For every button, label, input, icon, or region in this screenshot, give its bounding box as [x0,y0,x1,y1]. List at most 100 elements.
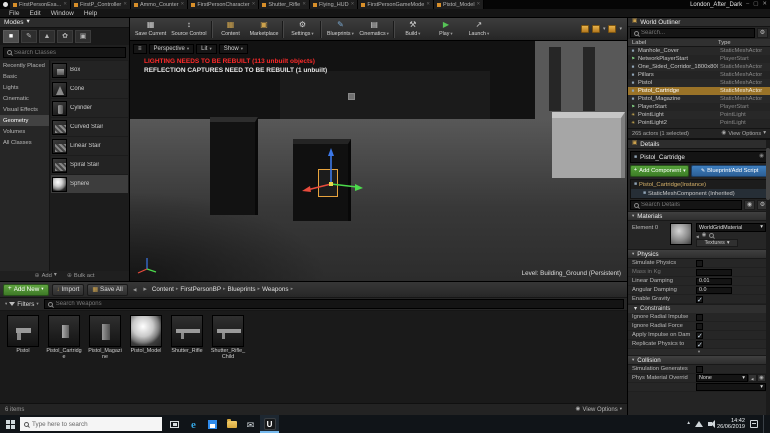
outliner-row[interactable]: PillarsStaticMeshActor [628,71,770,79]
outliner-row[interactable]: NetworkPlayerStartPlayerStart [628,55,770,63]
asset-tile-shutter-rifle[interactable]: Shutter_Rifle [169,315,205,354]
menu-edit[interactable]: Edit [24,10,45,17]
toolbar-extra-icon[interactable] [581,25,589,33]
scrollbar-thumb[interactable] [766,148,770,200]
category-all-classes[interactable]: All Classes [0,137,49,148]
place-item-box[interactable]: Box [51,61,128,79]
close-icon[interactable] [762,2,767,8]
actor-billboard-icon[interactable] [348,93,355,100]
simulate-physics-checkbox[interactable] [696,260,703,267]
instance-row[interactable]: Pistol_Cartridge(Instance) [631,180,767,189]
tab-firstpersonexamplemap[interactable]: FirstPersonExa... [10,0,71,9]
blueprints-button[interactable]: Blueprints [324,19,356,40]
outliner-row[interactable]: One_Sided_Corridor_1800x800x30StaticMesh… [628,63,770,71]
close-icon[interactable] [477,2,481,7]
toolbar-extra-icon[interactable] [592,25,600,33]
chevron-down-icon[interactable] [619,27,622,32]
transform-gizmo[interactable] [300,146,370,196]
forward-icon[interactable] [141,286,149,293]
asset-tile-shutter-rifle-child[interactable]: Shutter_Rifle_Child [210,315,246,360]
phys-material-dropdown[interactable]: None [696,374,748,382]
close-icon[interactable] [252,2,256,7]
details-eye-button[interactable] [744,200,755,210]
breadcrumb-weapons[interactable]: Weapons [262,286,289,293]
menu-file[interactable]: File [4,10,24,17]
use-selected-icon[interactable] [748,374,757,382]
asset-tile-pistol[interactable]: Pistol [5,315,41,354]
chevron-down-icon[interactable] [603,27,606,32]
maximize-icon[interactable] [753,2,758,8]
outliner-row[interactable]: Manhole_CoverStaticMeshActor [628,47,770,55]
tab-firstpersoncharacter[interactable]: FirstPersonCharacter [188,0,259,9]
outliner-search-input[interactable] [641,30,751,36]
search-classes-input[interactable] [14,50,122,56]
category-lights[interactable]: Lights [0,82,49,93]
save-all-button[interactable]: Save All [87,284,127,296]
breadcrumb-firstpersonbp[interactable]: FirstPersonBP [180,286,221,293]
place-item-sphere[interactable]: Sphere [51,175,128,193]
source-control-button[interactable]: Source Control [169,19,208,40]
start-button[interactable] [0,415,20,433]
asset-search[interactable] [44,299,624,309]
outliner-row-selected[interactable]: Pistol_CartridgeStaticMeshActor [628,87,770,95]
place-item-cone[interactable]: Cone [51,80,128,98]
scene-dark-box[interactable] [210,117,258,215]
blueprint-add-script-button[interactable]: Blueprint/Add Script [691,165,768,177]
view-options-button[interactable]: View Options [576,407,622,413]
outliner-row[interactable]: PlayerStartPlayerStart [628,103,770,111]
ignore-radial-impulse-checkbox[interactable] [696,314,703,321]
tab-firstpersongamemode[interactable]: FirstPersonGameMode [358,0,434,9]
build-button[interactable]: Build [397,19,429,40]
tab-flying-hud[interactable]: Flying_HUD [310,0,358,9]
import-button[interactable]: Import [52,284,85,296]
geometry-mode-icon[interactable] [75,30,91,43]
outliner-row[interactable]: PointLightPointLight [628,111,770,119]
play-button[interactable]: Play [430,19,462,40]
details-search[interactable] [630,200,742,210]
world-outliner-tab[interactable]: World Outliner [628,18,770,27]
add-button[interactable]: Add [35,273,57,279]
physics-section-header[interactable]: Physics [628,249,770,259]
outliner-search[interactable] [630,28,755,38]
close-icon[interactable] [123,2,127,7]
paint-mode-icon[interactable] [21,30,37,43]
outliner-row[interactable]: Pistol_MagazineStaticMeshActor [628,95,770,103]
close-icon[interactable] [302,2,306,7]
show-desktop-button[interactable] [763,415,766,433]
tab-firstp-controller[interactable]: FirstP_Controller [71,0,131,9]
place-mode-icon[interactable] [3,30,19,43]
browse-icon[interactable] [702,233,707,238]
linear-damping-value[interactable]: 0.01 [696,278,732,285]
breadcrumb-content[interactable]: Content [152,286,174,293]
notification-icon[interactable] [750,420,758,428]
task-view-button[interactable] [165,415,184,433]
viewport-options-button[interactable] [133,44,147,54]
place-item-curved-stair[interactable]: Curved Stair [51,118,128,136]
asset-tile-pistol-magazine[interactable]: Pistol_Magazine [87,315,123,360]
collision-section-header[interactable]: Collision [628,355,770,365]
taskbar-search-input[interactable] [32,421,158,428]
tab-shutter-rifle[interactable]: Shutter_Rifle [259,0,310,9]
tab-ammo-counter[interactable]: Ammo_Counter [131,0,188,9]
landscape-mode-icon[interactable] [39,30,55,43]
settings-button[interactable]: Settings [286,19,318,40]
close-icon[interactable] [181,2,185,7]
file-explorer-button[interactable] [222,415,241,433]
modes-panel-tab[interactable]: Modes [0,18,129,28]
content-button[interactable]: Content [215,19,247,40]
apply-impulse-checkbox[interactable] [696,332,703,339]
category-visual-effects[interactable]: Visual Effects [0,104,49,115]
level-viewport[interactable]: Perspective Lit Show LIGHTING NEEDS TO B… [130,41,627,281]
menu-help[interactable]: Help [79,10,102,17]
minimize-icon[interactable] [746,2,749,8]
toolbar-extra-icon[interactable] [608,25,616,33]
network-icon[interactable] [695,421,703,427]
modes-search[interactable] [3,47,126,58]
outliner-row[interactable]: PointLight2PointLight [628,119,770,127]
use-selected-icon[interactable] [696,233,699,238]
outliner-settings-button[interactable] [757,28,768,38]
place-item-cylinder[interactable]: Cylinder [51,99,128,117]
taskbar-clock[interactable]: 14:42 26/06/2019 [717,418,745,431]
mass-value[interactable] [696,269,732,276]
scene-structure[interactable] [280,71,490,126]
